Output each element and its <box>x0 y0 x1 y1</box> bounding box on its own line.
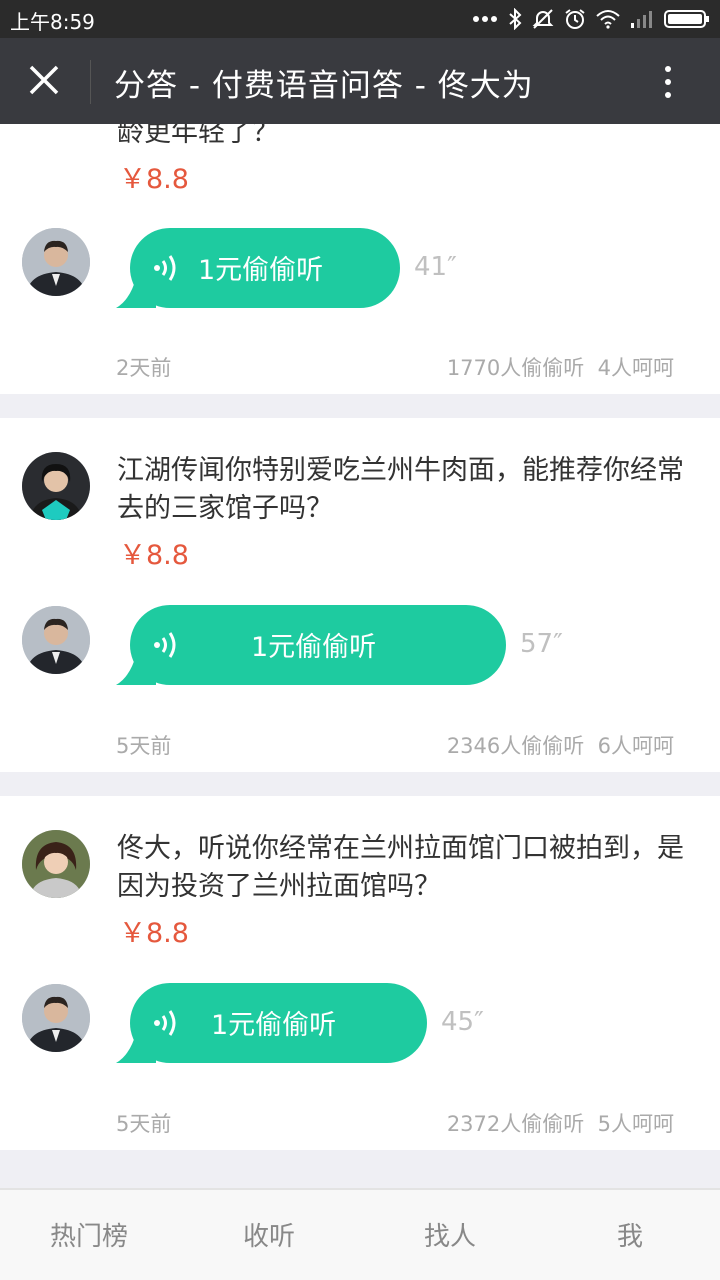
wifi-icon <box>596 9 620 29</box>
dots-icon <box>472 15 498 23</box>
listen-bubble[interactable]: 1元偷偷听 <box>116 605 506 685</box>
answer-time: 5天前 <box>116 1112 172 1136</box>
answer-feed[interactable]: 龄更年轻了？ ￥8.8 1元偷偷听 41″ 2天前 1770人偷偷听 4人呵呵 … <box>0 124 720 1188</box>
bubble-tail <box>116 655 156 685</box>
bubble-tail <box>116 278 156 308</box>
sound-wave-icon <box>154 1010 176 1036</box>
answer-time: 5天前 <box>116 734 172 758</box>
like-count: 5人呵呵 <box>597 1112 674 1136</box>
answerer-avatar[interactable] <box>22 606 90 674</box>
answerer-avatar[interactable] <box>22 228 90 296</box>
status-icons <box>472 4 710 34</box>
listener-count: 2346人偷偷听 <box>446 734 585 758</box>
question-text: 佟大，听说你经常在兰州拉面馆门口被拍到，是因为投资了兰州拉面馆吗？ <box>117 833 684 902</box>
more-dot <box>665 92 671 98</box>
listener-count: 1770人偷偷听 <box>446 356 585 380</box>
listen-label: 1元偷偷听 <box>251 632 377 663</box>
nav-listen[interactable]: 收听 <box>243 1216 295 1253</box>
price-label: ￥8.8 <box>119 918 189 949</box>
nav-me[interactable]: 我 <box>617 1216 643 1253</box>
answer-stats: 2346人偷偷听 6人呵呵 <box>447 730 674 760</box>
mute-icon <box>532 8 554 30</box>
price-label: ￥8.8 <box>119 164 189 195</box>
battery-icon <box>664 9 710 29</box>
listen-bubble[interactable]: 1元偷偷听 <box>116 983 427 1063</box>
answer-stats: 2372人偷偷听 5人呵呵 <box>447 1108 674 1138</box>
listen-bubble[interactable]: 1元偷偷听 <box>116 228 400 308</box>
bluetooth-icon <box>508 8 522 30</box>
answer-card: 佟大，听说你经常在兰州拉面馆门口被拍到，是因为投资了兰州拉面馆吗？ ￥8.8 1… <box>0 796 720 1150</box>
price-label: ￥8.8 <box>119 540 189 571</box>
more-dot <box>665 79 671 85</box>
answerer-avatar[interactable] <box>22 984 90 1052</box>
alarm-icon <box>564 8 586 30</box>
sound-wave-icon <box>154 255 176 281</box>
question-text: 江湖传闻你特别爱吃兰州牛肉面，能推荐你经常去的三家馆子吗？ <box>117 455 684 524</box>
bubble-tail <box>116 1033 156 1063</box>
close-button[interactable] <box>18 56 70 108</box>
sound-wave-icon <box>154 632 176 658</box>
asker-avatar[interactable] <box>22 830 90 898</box>
title-divider <box>90 60 91 104</box>
page-title: 分答 - 付费语音问答 - 佟大为 <box>114 68 534 104</box>
status-time: 上午8:59 <box>10 10 95 34</box>
answer-time: 2天前 <box>116 356 172 380</box>
asker-avatar[interactable] <box>22 452 90 520</box>
more-dot <box>665 66 671 72</box>
answer-card: 龄更年轻了？ ￥8.8 1元偷偷听 41″ 2天前 1770人偷偷听 4人呵呵 <box>0 124 720 394</box>
listener-count: 2372人偷偷听 <box>446 1112 585 1136</box>
status-bar: 上午8:59 <box>0 0 720 38</box>
answer-card: 江湖传闻你特别爱吃兰州牛肉面，能推荐你经常去的三家馆子吗？ ￥8.8 1元偷偷听… <box>0 418 720 772</box>
like-count: 4人呵呵 <box>597 356 674 380</box>
listen-label: 1元偷偷听 <box>198 255 324 286</box>
audio-duration: 41″ <box>414 252 457 282</box>
nav-hot-list[interactable]: 热门榜 <box>50 1216 128 1253</box>
like-count: 6人呵呵 <box>597 734 674 758</box>
audio-duration: 45″ <box>441 1007 484 1037</box>
answer-stats: 1770人偷偷听 4人呵呵 <box>447 352 674 382</box>
listen-label: 1元偷偷听 <box>211 1010 337 1041</box>
close-icon <box>29 65 59 99</box>
question-text: 龄更年轻了？ <box>117 124 279 148</box>
bottom-nav: 热门榜 收听 找人 我 <box>0 1188 720 1280</box>
more-options-button[interactable] <box>646 60 690 104</box>
audio-duration: 57″ <box>520 629 563 659</box>
nav-find-people[interactable]: 找人 <box>424 1216 476 1253</box>
title-bar: 分答 - 付费语音问答 - 佟大为 <box>0 38 720 124</box>
signal-icon <box>630 9 654 29</box>
